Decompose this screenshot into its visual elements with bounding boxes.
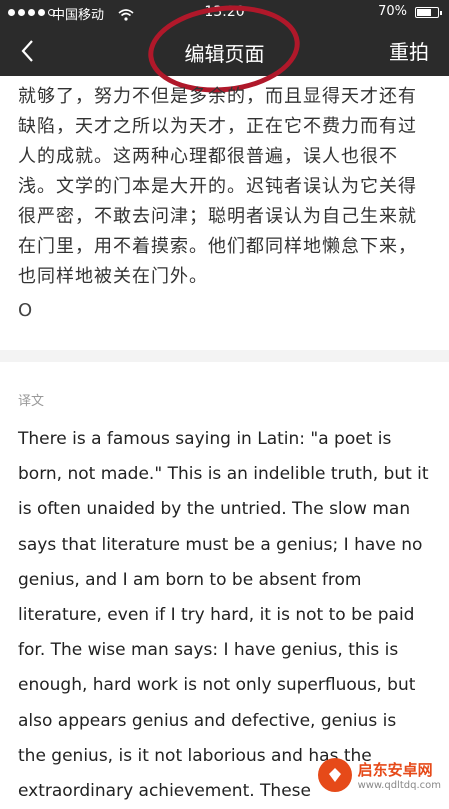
text-line: also appears genius and defective, geniu…	[18, 710, 397, 731]
text-line: enough, hard work is not only superfluou…	[18, 675, 416, 696]
text-line: 也同样地被关在门外。	[18, 266, 208, 287]
text-line: literature, even if I try hard, it is no…	[18, 605, 415, 626]
text-line: for. The wise man says: I have genius, t…	[18, 640, 399, 661]
battery-icon	[415, 7, 442, 18]
battery-percent: 70%	[378, 4, 407, 19]
text-line: born, not made." This is an indelible tr…	[18, 464, 429, 485]
text-line: says that literature must be a genius; I…	[18, 534, 423, 555]
watermark-url: www.qdltdq.com	[357, 780, 441, 791]
text-line: 就够了，努力不但是多余的，而且显得天才还有	[18, 86, 417, 107]
text-line: 浅。文学的门本是大开的。迟钝者误认为它关得	[18, 176, 417, 197]
text-line: 缺陷，天才之所以为天才，正在它不费力而有过	[18, 116, 417, 137]
watermark-title: 启东安卓网	[357, 761, 433, 779]
translation-text[interactable]: There is a famous saying in Latin: "a po…	[18, 422, 440, 809]
text-line: 在门里，用不着摸索。他们都同样地懒怠下来，	[18, 236, 417, 257]
site-watermark: 启东安卓网 www.qdltdq.com	[317, 758, 441, 792]
section-divider	[0, 350, 449, 362]
ocr-trailing-char: O	[18, 300, 33, 321]
text-line: genius, and I am born to be absent from	[18, 569, 362, 590]
text-line: is often unaided by the untried. The slo…	[18, 499, 411, 520]
retake-button[interactable]: 重拍	[389, 36, 429, 65]
text-line: 很严密，不敢去问津；聪明者误认为自己生来就	[18, 206, 417, 227]
watermark-logo-icon	[317, 758, 352, 792]
ocr-text-chinese[interactable]: 就够了，努力不但是多余的，而且显得天才还有 缺陷，天才之所以为天才，正在它不费力…	[18, 82, 438, 292]
text-line: There is a famous saying in Latin: "a po…	[18, 429, 392, 449]
translation-label: 译文	[18, 394, 45, 409]
text-line: 人的成就。这两种心理都很普遍，误人也很不	[18, 146, 398, 167]
